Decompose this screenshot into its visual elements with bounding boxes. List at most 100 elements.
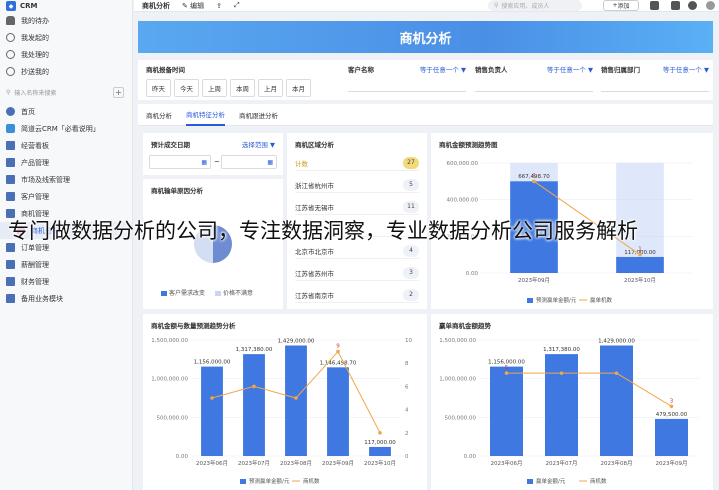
x-tick-label: 2023年07月 (238, 459, 270, 467)
region-count-badge: 11 (403, 200, 419, 213)
calendar-icon[interactable] (671, 1, 680, 10)
sidebar-search[interactable]: ⚲ 输入名称来搜索 + (6, 86, 126, 99)
region-row[interactable]: 江苏省无锡市 11 (295, 199, 419, 215)
count-point (614, 371, 619, 375)
bar (490, 366, 523, 456)
customer-filter[interactable]: 客户名称 等于任意一个 ▼ (348, 64, 466, 92)
legend-swatch (240, 479, 246, 484)
chip-today[interactable]: 今天 (174, 79, 199, 97)
tab-analysis[interactable]: 商机分析 (146, 104, 172, 126)
legend-label: 商机数 (303, 477, 320, 485)
range-select[interactable]: 选择范围 ▼ (242, 139, 275, 149)
customer-select[interactable]: 等于任意一个 ▼ (420, 64, 466, 79)
amount-count-chart: 0.00 500,000.00 1,000,000.00 1,500,000.00 0 2… (151, 338, 412, 485)
count-point (336, 349, 340, 354)
sidebar-item-market[interactable]: 市场及线索管理 (0, 171, 132, 188)
dept-select[interactable]: 等于任意一个 ▼ (663, 64, 709, 79)
global-search[interactable]: ⚲ 搜索应用、成员人 (488, 0, 582, 11)
sidebar-item-dashboard[interactable]: 经营看板 (0, 137, 132, 154)
analysis-tabs: 商机分析 商机特征分析 商机跟进分析 (138, 104, 713, 126)
user-icon (6, 33, 15, 42)
start-date-input[interactable]: ▦ (149, 155, 211, 169)
chip-this-week[interactable]: 本周 (230, 79, 255, 97)
y2-tick-label: 2 (405, 431, 409, 437)
y-tick-label: 500,000.00 (445, 415, 477, 421)
sidebar-item-backup[interactable]: 备用业务模块 (0, 290, 132, 307)
region-name: 计数 (295, 159, 308, 168)
region-name: 浙江省杭州市 (295, 181, 334, 190)
help-icon[interactable] (688, 1, 697, 10)
y-tick-label: 1,000,000.00 (151, 377, 188, 383)
calendar-icon: ▦ (201, 158, 207, 166)
x-tick-label: 2023年06月 (196, 459, 228, 467)
home-icon (6, 107, 15, 116)
add-button[interactable]: + 添加 (603, 0, 639, 11)
chip-last-month[interactable]: 上月 (258, 79, 283, 97)
y-tick-label: 1,000,000.00 (439, 377, 476, 383)
chip-this-month[interactable]: 本月 (286, 79, 311, 97)
count-point (210, 396, 214, 400)
doc-icon (6, 124, 15, 133)
sidebar-item-handled[interactable]: 我处理的 (0, 46, 132, 63)
x-tick-label: 2023年09月 (518, 276, 550, 284)
y2-tick-label: 4 (405, 408, 409, 414)
top-bar: 商机分析 ✎ 编辑 ⇪ ⤢ ⚲ 搜索应用、成员人 + 添加 (134, 0, 719, 12)
region-row[interactable]: 江苏省南京市 2 (295, 287, 419, 303)
date-separator: ~ (214, 158, 220, 166)
sidebar-item-home[interactable]: 首页 (0, 103, 132, 120)
search-icon: ⚲ (6, 89, 11, 96)
owner-filter[interactable]: 销售负责人 等于任意一个 ▼ (475, 64, 593, 92)
amount-count-card: 商机金额与数量预测趋势分析 0.00 500,000.00 1,000,000.00… (143, 314, 427, 490)
folder-icon (6, 243, 15, 252)
search-icon: ⚲ (494, 2, 499, 9)
edit-button[interactable]: ✎ 编辑 (182, 1, 204, 11)
legend-label: 商机数 (590, 477, 607, 485)
chip-yesterday[interactable]: 昨天 (146, 79, 171, 97)
fullscreen-icon[interactable]: ⤢ (234, 1, 240, 10)
sidebar-item-todo[interactable]: 我的待办 (0, 12, 132, 29)
sidebar-item-finance[interactable]: 财务管理 (0, 273, 132, 290)
tab-followup-analysis[interactable]: 商机跟进分析 (239, 104, 278, 126)
filter-bar: 商机报备时间 昨天 今天 上周 本周 上月 本月 客户名称 等于任意一个 ▼ 销售… (138, 60, 713, 100)
region-count-badge: 4 (403, 244, 419, 257)
count-point (669, 404, 674, 409)
owner-select[interactable]: 等于任意一个 ▼ (547, 64, 593, 79)
region-row[interactable]: 江苏省苏州市 3 (295, 265, 419, 281)
sidebar-item-guide[interactable]: 简道云CRM「必看说明」 (0, 120, 132, 137)
sidebar-item-product[interactable]: 产品管理 (0, 154, 132, 171)
chip-last-week[interactable]: 上周 (202, 79, 227, 97)
check-icon (6, 50, 15, 59)
sidebar-item-initiated[interactable]: 我发起的 (0, 29, 132, 46)
region-row[interactable]: 浙江省杭州市 5 (295, 177, 419, 193)
region-title: 商机区域分析 (295, 141, 334, 149)
notes-icon[interactable] (650, 1, 659, 10)
count-point (638, 252, 642, 257)
sidebar-item-salary[interactable]: 薪酬管理 (0, 256, 132, 273)
folder-icon (6, 209, 15, 218)
y-tick-label: 1,500,000.00 (439, 338, 476, 344)
dept-filter[interactable]: 销售归属部门 等于任意一个 ▼ (601, 64, 709, 92)
sidebar-item-customer[interactable]: 客户管理 (0, 188, 132, 205)
sidebar-item-cc[interactable]: 抄送我的 (0, 63, 132, 80)
count-label: 1 (638, 247, 642, 253)
count-label: 5 (505, 365, 509, 371)
share-icon[interactable]: ⇪ (216, 2, 222, 10)
avatar[interactable] (706, 1, 715, 10)
time-filter-label: 商机报备时间 (146, 66, 185, 74)
region-name: 江苏省无锡市 (295, 203, 334, 212)
loss-reason-title: 商机输单原因分析 (151, 187, 203, 195)
x-tick-label: 2023年07月 (546, 459, 578, 467)
add-icon[interactable]: + (113, 87, 124, 98)
bar-value-label: 479,500.00 (656, 412, 688, 418)
region-count-badge: 27 (403, 156, 419, 169)
end-date-input[interactable]: ▦ (221, 155, 277, 169)
legend-label: 赢单机数 (590, 296, 613, 304)
region-row[interactable]: 计数 27 (295, 155, 419, 171)
tab-feature-analysis[interactable]: 商机特征分析 (186, 104, 225, 126)
search-input[interactable]: 输入名称来搜索 (14, 88, 56, 97)
y2-tick-label: 10 (405, 338, 412, 344)
bar (243, 354, 265, 456)
region-row[interactable]: 北京市北京市 4 (295, 243, 419, 259)
count-point (532, 179, 536, 184)
legend-swatch (527, 479, 533, 484)
